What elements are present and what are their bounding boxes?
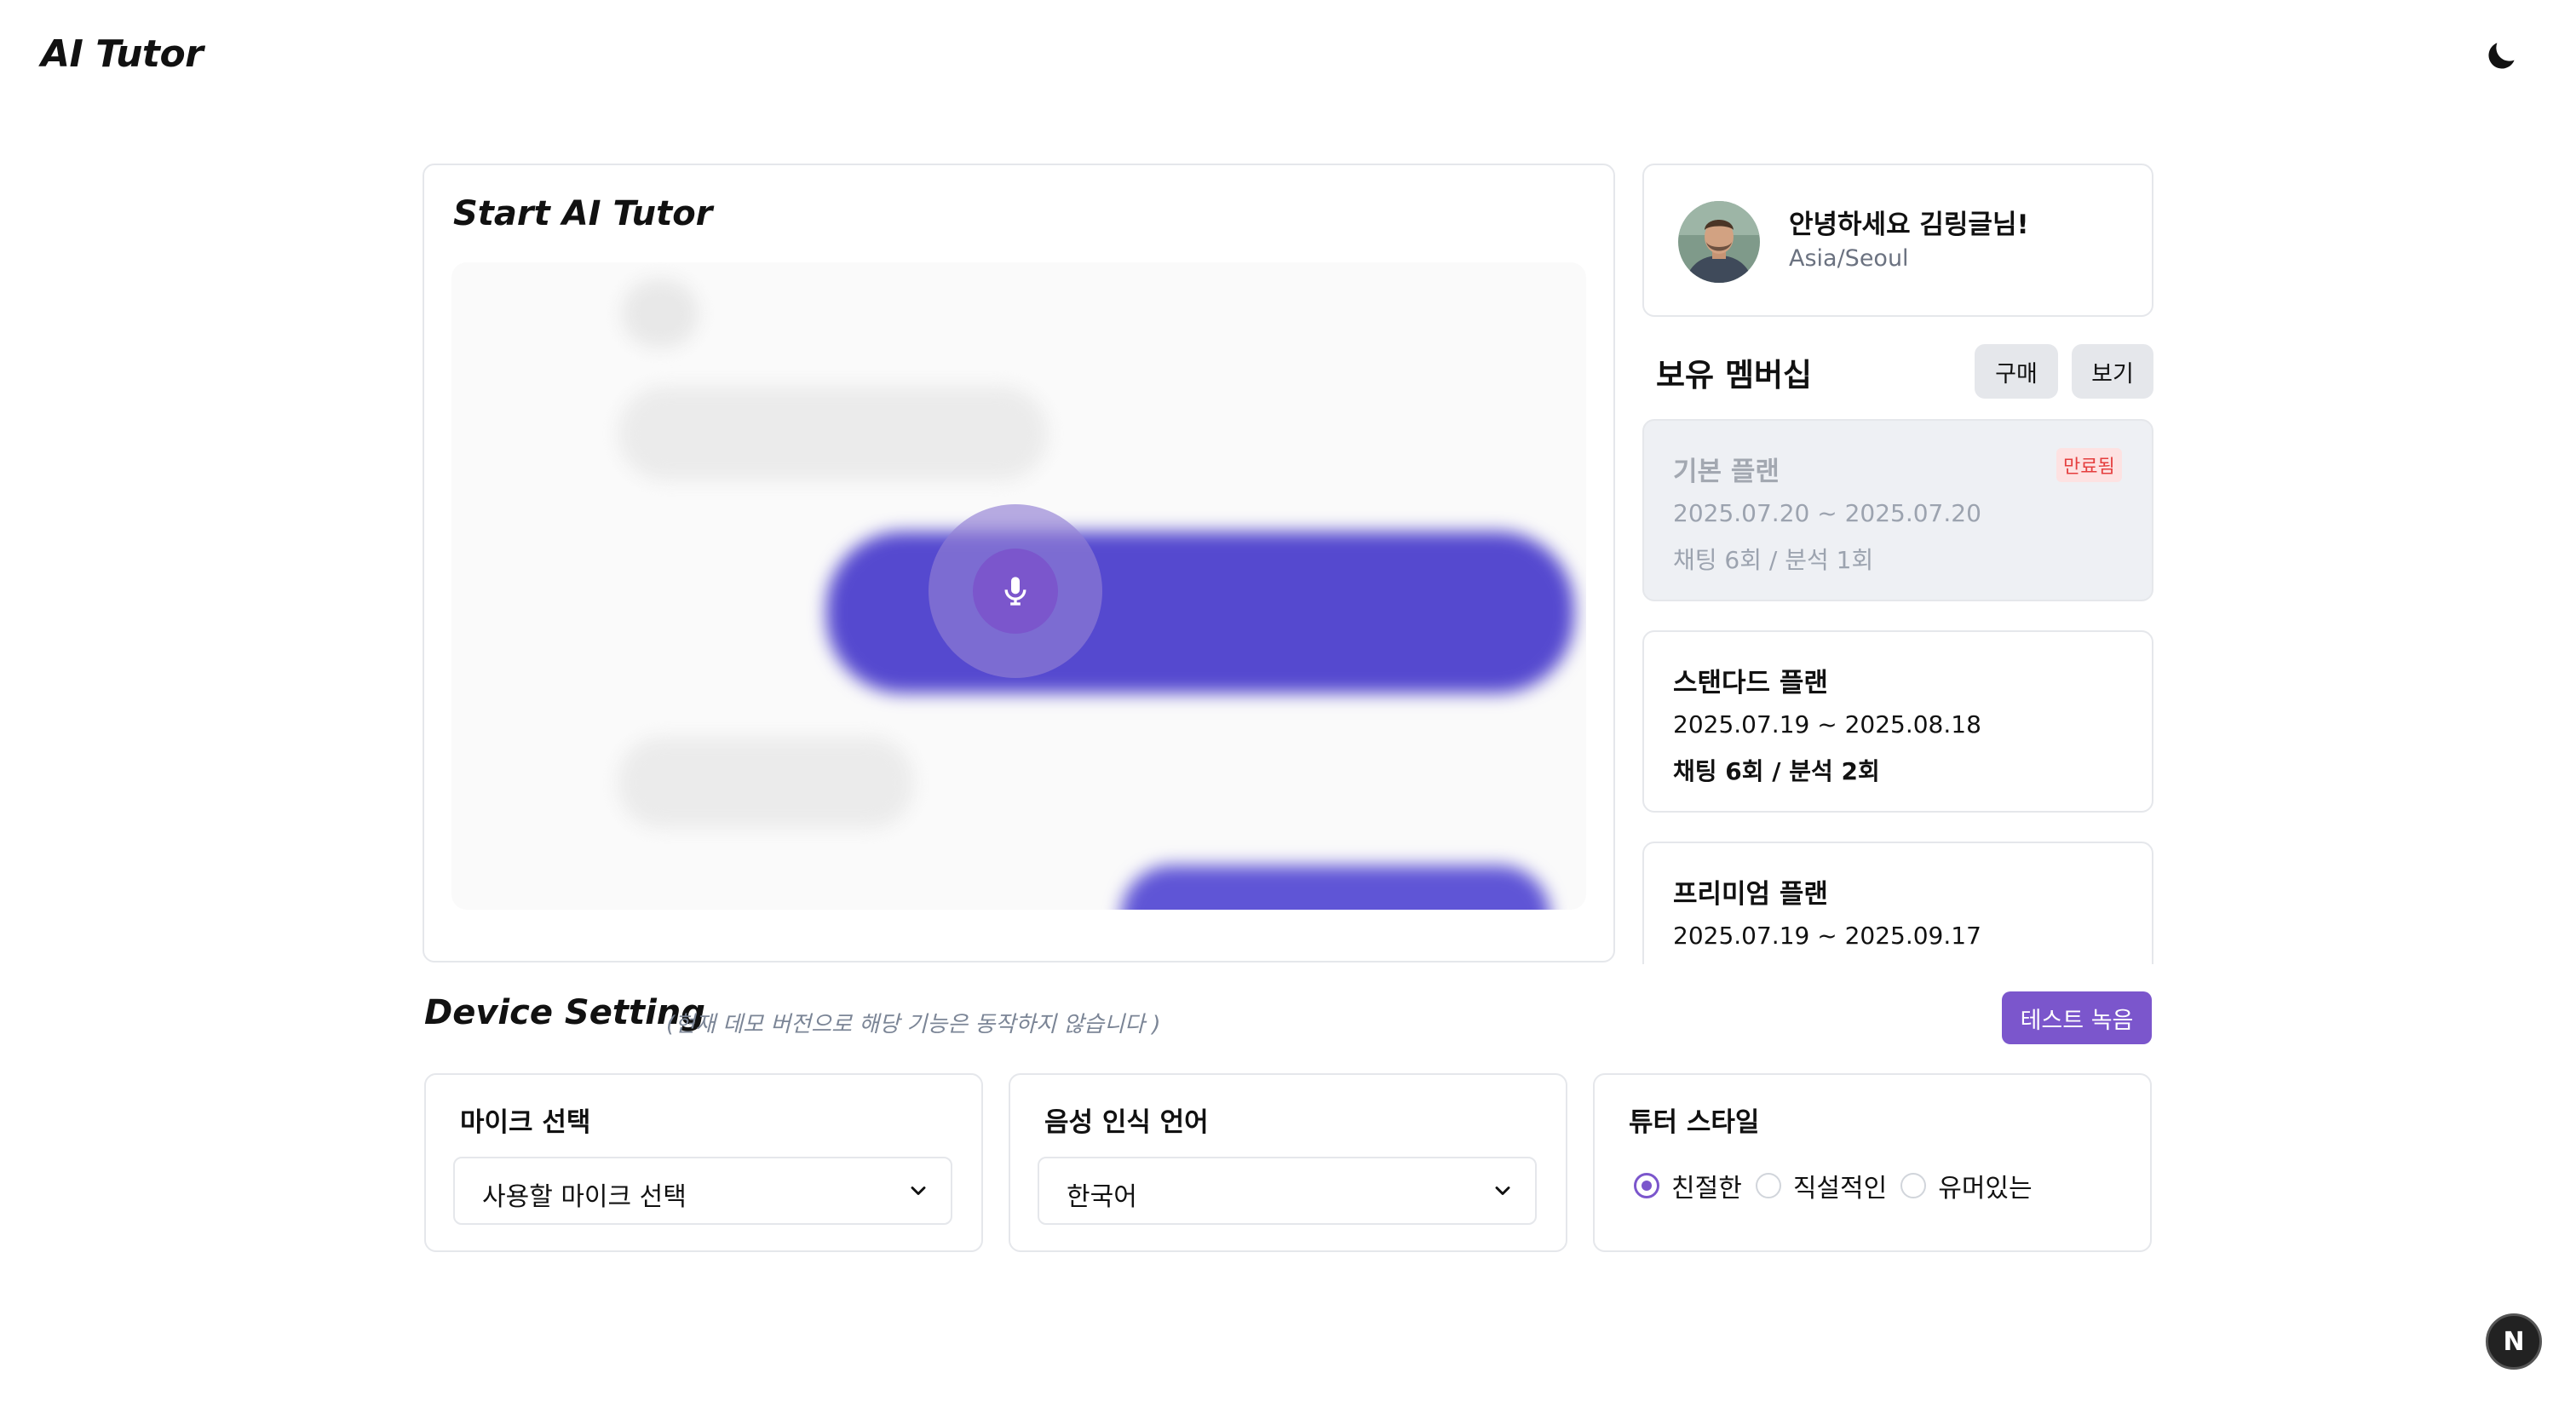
radio-humorous[interactable] [1900, 1173, 1927, 1198]
language-select-label: 음성 인식 언어 [1044, 1107, 1209, 1138]
plan-name: 프리미엄 플랜 [1673, 879, 1828, 910]
plans-list[interactable]: 기본 플랜 만료됨 2025.07.20 ~ 2025.07.20 채팅 6회 … [1642, 417, 2153, 964]
radio-friendly[interactable] [1634, 1173, 1659, 1198]
language-setting-card: 음성 인식 언어 한국어 [1009, 1073, 1567, 1252]
chevron-down-icon [1495, 1187, 1510, 1195]
radio-direct-label[interactable]: 직설적인 [1793, 1167, 1887, 1204]
chat-preview [451, 262, 1586, 910]
plan-name: 스탠다드 플랜 [1673, 668, 1828, 698]
plan-dates: 2025.07.20 ~ 2025.07.20 [1673, 499, 1981, 527]
tutor-style-radio-group: 친절한 직설적인 유머있는 [1634, 1167, 2046, 1204]
mic-select-label: 마이크 선택 [460, 1107, 591, 1138]
plan-usage: 채팅 6회 / 분석 2회 [1673, 757, 1880, 785]
language-select-value: 한국어 [1067, 1182, 1137, 1212]
tutor-style-label: 튜터 스타일 [1629, 1107, 1760, 1138]
chat-bubble-ai [618, 387, 1048, 480]
moon-icon [2488, 43, 2515, 69]
chevron-down-icon [911, 1187, 926, 1195]
user-avatar-image [1678, 201, 1760, 283]
test-record-button[interactable]: 테스트 녹음 [2002, 991, 2152, 1044]
language-select[interactable]: 한국어 [1038, 1157, 1537, 1225]
mic-select[interactable]: 사용할 마이크 선택 [453, 1157, 952, 1225]
chat-bubble-ai [618, 738, 913, 828]
radio-friendly-label[interactable]: 친절한 [1671, 1167, 1742, 1204]
device-setting-title: Device Setting [424, 993, 705, 1032]
tutor-title: Start AI Tutor [453, 194, 713, 233]
tutor-card: Start AI Tutor [423, 164, 1615, 962]
buy-membership-button[interactable]: 구매 [1975, 344, 2058, 399]
radio-direct[interactable] [1755, 1173, 1781, 1198]
plan-usage: 채팅 6회 / 분석 1회 [1673, 546, 1874, 574]
avatar[interactable] [1678, 201, 1760, 283]
profile-card: 안녕하세요 김링글님! Asia/Seoul [1642, 164, 2153, 317]
mic-setting-card: 마이크 선택 사용할 마이크 선택 [424, 1073, 983, 1252]
tutor-style-card: 튜터 스타일 친절한 직설적인 유머있는 [1593, 1073, 2152, 1252]
radio-humorous-label[interactable]: 유머있는 [1938, 1167, 2032, 1204]
mic-core [973, 549, 1058, 634]
expired-badge: 만료됨 [2056, 448, 2122, 482]
profile-timezone: Asia/Seoul [1789, 245, 1909, 272]
plan-card-premium[interactable]: 프리미엄 플랜 2025.07.19 ~ 2025.09.17 [1642, 842, 2153, 964]
dev-tools-badge[interactable]: N [2486, 1313, 2542, 1370]
theme-toggle-button[interactable] [2482, 37, 2520, 75]
plan-dates: 2025.07.19 ~ 2025.08.18 [1673, 710, 1981, 738]
chat-bubble-user [1121, 865, 1550, 910]
view-membership-button[interactable]: 보기 [2072, 344, 2153, 399]
mic-select-value: 사용할 마이크 선택 [482, 1182, 687, 1212]
plan-name: 기본 플랜 [1673, 457, 1780, 487]
plan-card-standard[interactable]: 스탠다드 플랜 2025.07.19 ~ 2025.08.18 채팅 6회 / … [1642, 630, 2153, 813]
plan-dates: 2025.07.19 ~ 2025.09.17 [1673, 922, 1981, 950]
mic-button[interactable] [929, 504, 1102, 678]
membership-title: 보유 멤버십 [1656, 357, 1813, 394]
plan-card-basic[interactable]: 기본 플랜 만료됨 2025.07.20 ~ 2025.07.20 채팅 6회 … [1642, 419, 2153, 601]
device-setting-note: (현재 데모 버전으로 해당 기능은 동작하지 않습니다 ) [666, 1012, 1161, 1037]
microphone-icon [1004, 577, 1026, 606]
profile-greeting: 안녕하세요 김링글님! [1789, 210, 2029, 240]
app-logo[interactable]: AI Tutor [41, 32, 204, 76]
chat-avatar-placeholder [622, 279, 699, 348]
